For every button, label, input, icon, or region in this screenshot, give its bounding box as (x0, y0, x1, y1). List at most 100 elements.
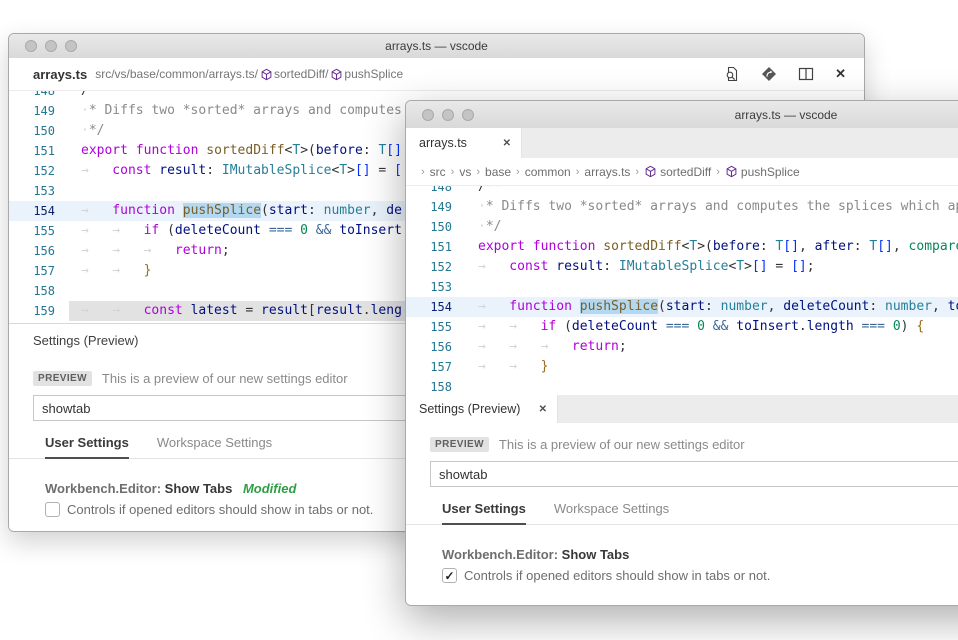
editor-title-header: arrays.ts src/vs/base/common/arrays.ts/ … (9, 58, 864, 91)
close-tab-icon[interactable]: ✕ (503, 138, 511, 149)
traffic-lights (25, 40, 77, 52)
zoom-window-button[interactable] (462, 109, 474, 121)
show-tabs-checkbox[interactable]: ✓ (442, 568, 457, 583)
code-editor[interactable]: 148/**149·* Diffs two *sorted* arrays an… (406, 186, 958, 395)
setting-entry: Workbench.Editor: Show Tabs ✓ Controls i… (442, 547, 958, 583)
tab-user-settings[interactable]: User Settings (442, 501, 526, 525)
code-line[interactable]: 153 (406, 277, 958, 297)
titlebar[interactable]: arrays.ts — vscode (9, 34, 864, 59)
titlebar[interactable]: arrays.ts — vscode (406, 101, 958, 129)
editor-tab-strip: arrays.ts ✕ (406, 128, 958, 158)
line-number[interactable]: 150 (406, 217, 466, 237)
code-line[interactable]: 157→→} (406, 357, 958, 377)
line-number[interactable]: 153 (9, 181, 69, 201)
line-number[interactable]: 155 (9, 221, 69, 241)
code-line[interactable]: 155→→if (deleteCount === 0 && toInsert.l… (406, 317, 958, 337)
tab-user-settings[interactable]: User Settings (45, 435, 129, 459)
close-window-button[interactable] (422, 109, 434, 121)
line-number[interactable]: 151 (9, 141, 69, 161)
breadcrumb-item-src[interactable]: src (430, 165, 446, 179)
breadcrumb-separator: / (325, 67, 328, 81)
code-line[interactable]: 151export function sortedDiff<T>(before:… (406, 237, 958, 257)
tab-workspace-settings[interactable]: Workspace Settings (157, 435, 272, 458)
setting-value-row: ✓ Controls if opened editors should show… (442, 568, 958, 583)
line-number[interactable]: 157 (406, 357, 466, 377)
line-number[interactable]: 150 (9, 121, 69, 141)
breadcrumb-item-common[interactable]: common (525, 165, 571, 179)
line-number[interactable]: 156 (9, 241, 69, 261)
line-number[interactable]: 159 (9, 301, 69, 321)
breadcrumb-symbol[interactable]: sortedDiff (274, 67, 325, 81)
setting-description: Controls if opened editors should show i… (464, 568, 770, 583)
code-line[interactable]: 158 (406, 377, 958, 395)
breadcrumb-item-vs[interactable]: vs (459, 165, 471, 179)
breadcrumb[interactable]: src/vs/base/common/arrays.ts/ sortedDiff… (95, 67, 403, 81)
line-number[interactable]: 156 (406, 337, 466, 357)
preview-badge: PREVIEW (33, 371, 92, 386)
breadcrumb-item-arrays-ts[interactable]: arrays.ts (584, 165, 630, 179)
chevron-right-icon: › (421, 166, 425, 178)
settings-editor: PREVIEW This is a preview of our new set… (406, 423, 958, 605)
minimize-window-button[interactable] (45, 40, 57, 52)
line-number[interactable]: 158 (9, 281, 69, 301)
line-number[interactable]: 153 (406, 277, 466, 297)
tab-workspace-settings[interactable]: Workspace Settings (554, 501, 669, 524)
breadcrumb-item-pushsplice[interactable]: pushSplice (725, 165, 800, 179)
breadcrumb-symbol[interactable]: pushSplice (344, 67, 403, 81)
line-number[interactable]: 148 (9, 91, 69, 101)
split-editor-icon[interactable] (798, 66, 814, 82)
window-title: arrays.ts — vscode (385, 39, 488, 53)
settings-search-input[interactable] (430, 461, 958, 487)
code-line[interactable]: 152→const result: IMutableSplice<T>[] = … (406, 257, 958, 277)
tab-settings-preview[interactable]: Settings (Preview) ✕ (406, 395, 558, 423)
line-number[interactable]: 155 (406, 317, 466, 337)
code-line[interactable]: 150·*/ (406, 217, 958, 237)
zoom-window-button[interactable] (65, 40, 77, 52)
code-line[interactable]: 154→function pushSplice(start: number, d… (406, 297, 958, 317)
code-line[interactable]: 156→→→return; (406, 337, 958, 357)
setting-modified-label: Modified (243, 481, 296, 496)
line-number[interactable]: 148 (406, 186, 466, 197)
breadcrumb-path[interactable]: src/vs/base/common/arrays.ts/ (95, 67, 258, 81)
tab-label: arrays.ts (419, 136, 497, 150)
close-tab-icon[interactable]: ✕ (539, 404, 547, 415)
setting-name: Show Tabs (562, 547, 630, 562)
breadcrumb: ›src›vs›base›common›arrays.ts›sortedDiff… (406, 158, 958, 186)
preview-text: This is a preview of our new settings ed… (499, 437, 745, 452)
git-compare-icon[interactable] (761, 66, 777, 82)
settings-tab-strip: Settings (Preview) ✕ (406, 395, 958, 423)
minimize-window-button[interactable] (442, 109, 454, 121)
line-number[interactable]: 154 (406, 297, 466, 317)
line-number[interactable]: 151 (406, 237, 466, 257)
show-tabs-checkbox[interactable] (45, 502, 60, 517)
tab-arrays-ts[interactable]: arrays.ts ✕ (406, 128, 522, 158)
settings-tabs: User Settings Workspace Settings (406, 501, 958, 525)
tab-label: Settings (Preview) (419, 402, 533, 416)
line-number[interactable]: 154 (9, 201, 69, 221)
chevron-right-icon: › (516, 166, 520, 178)
preview-badge: PREVIEW (430, 437, 489, 452)
find-in-file-icon[interactable] (724, 66, 740, 82)
symbol-cube-icon (260, 68, 273, 81)
code-line[interactable]: 148/** (406, 186, 958, 197)
breadcrumb-item-sorteddiff[interactable]: sortedDiff (644, 165, 711, 179)
symbol-cube-icon (725, 165, 738, 178)
close-editor-icon[interactable]: ✕ (835, 66, 846, 82)
line-number[interactable]: 152 (9, 161, 69, 181)
file-label: arrays.ts (33, 67, 87, 82)
line-number[interactable]: 157 (9, 261, 69, 281)
line-number[interactable]: 158 (406, 377, 466, 395)
traffic-lights (422, 109, 474, 121)
code-line[interactable]: 149·* Diffs two *sorted* arrays and comp… (406, 197, 958, 217)
close-window-button[interactable] (25, 40, 37, 52)
line-number[interactable]: 149 (406, 197, 466, 217)
editor-actions: ✕ (724, 66, 846, 82)
chevron-right-icon: › (716, 166, 720, 178)
setting-title: Workbench.Editor: Show Tabs (442, 547, 958, 562)
chevron-right-icon: › (451, 166, 455, 178)
breadcrumb-item-base[interactable]: base (485, 165, 511, 179)
line-number[interactable]: 149 (9, 101, 69, 121)
setting-name: Show Tabs (165, 481, 233, 496)
setting-description: Controls if opened editors should show i… (67, 502, 373, 517)
line-number[interactable]: 152 (406, 257, 466, 277)
